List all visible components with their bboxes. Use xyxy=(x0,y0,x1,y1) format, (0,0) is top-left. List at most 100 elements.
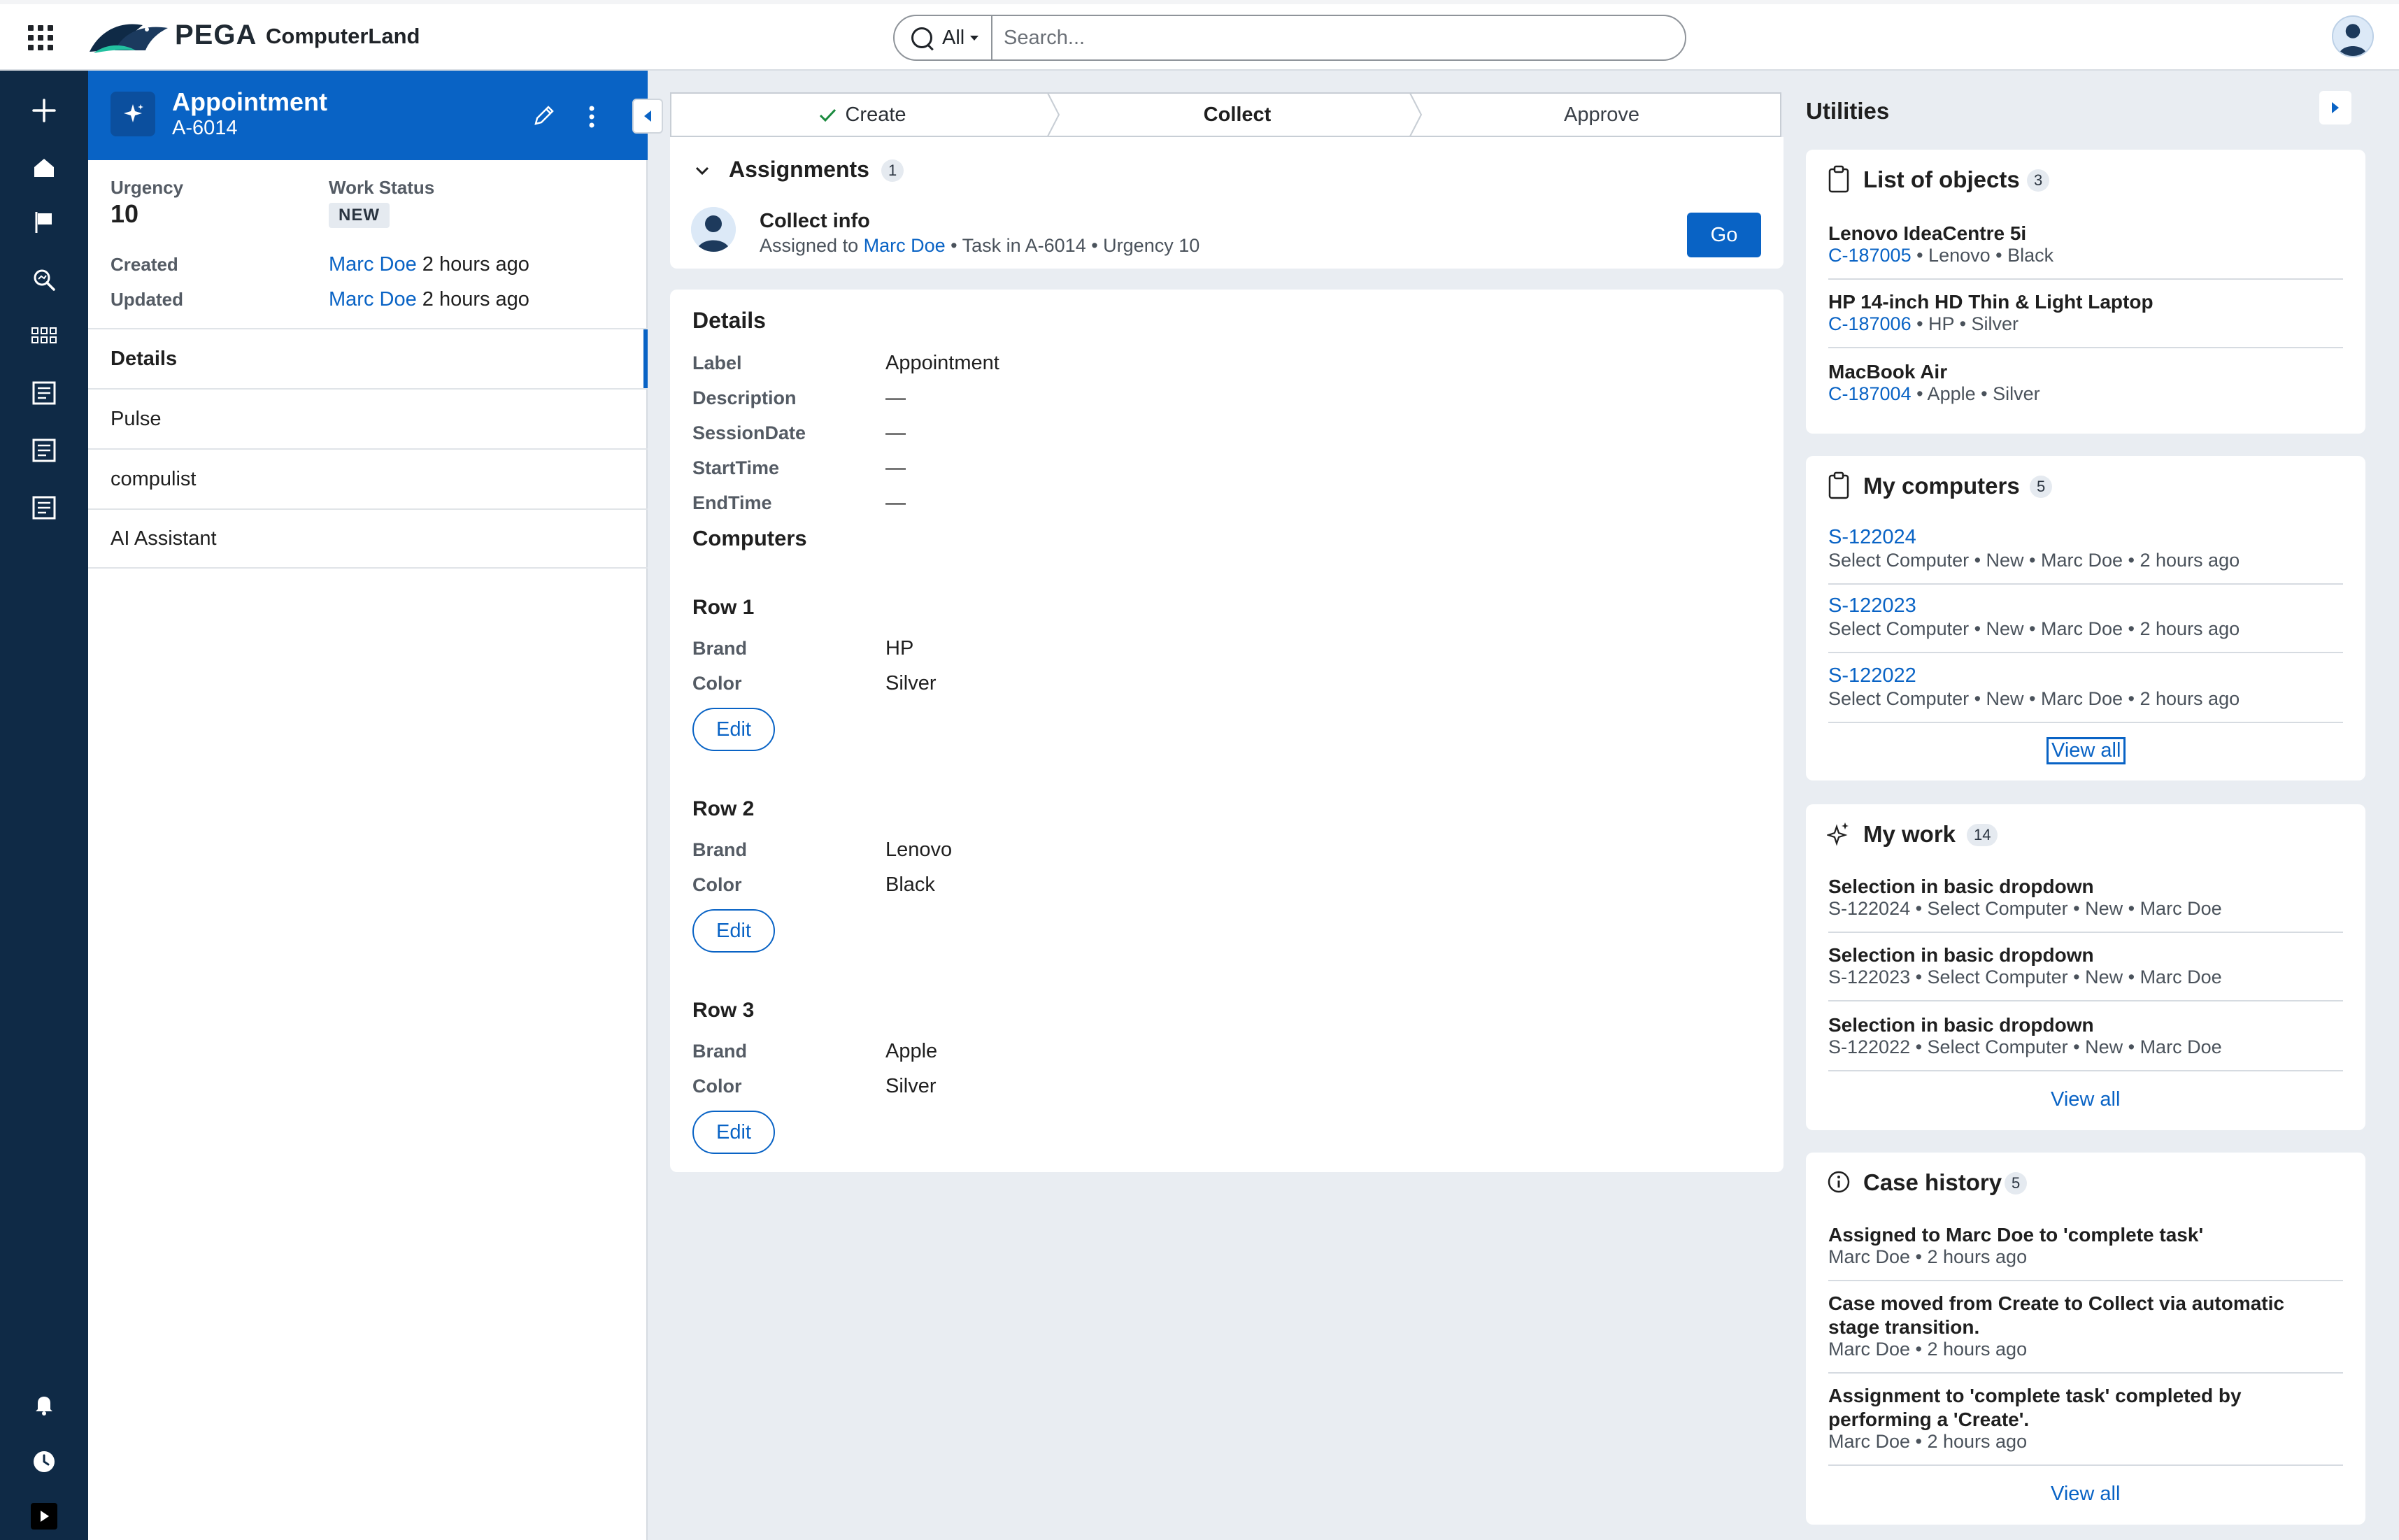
stage-approve[interactable]: Approve xyxy=(1421,92,1782,137)
divider xyxy=(1828,1280,2343,1281)
created-by-link[interactable]: Marc Doe xyxy=(329,253,417,276)
field-label: Label xyxy=(692,352,742,373)
tab-label: Details xyxy=(111,347,178,370)
divider xyxy=(1828,1372,2343,1374)
my-work-count: 14 xyxy=(1967,824,1998,846)
updated-by-link[interactable]: Marc Doe xyxy=(329,288,417,311)
sparkle-icon xyxy=(1827,822,1849,846)
search-icon[interactable] xyxy=(904,20,939,55)
utilities-toggle-button[interactable] xyxy=(2319,91,2351,124)
go-button[interactable]: Go xyxy=(1687,213,1761,257)
object-title: MacBook Air xyxy=(1828,361,1948,383)
row-title: Row 2 xyxy=(692,797,755,820)
view-all-link[interactable]: View all xyxy=(2051,1483,2120,1506)
explore-icon[interactable] xyxy=(29,265,59,294)
info-icon xyxy=(1828,1171,1850,1193)
tab-pulse[interactable]: Pulse xyxy=(88,388,648,448)
object-id-link[interactable]: C-187005 xyxy=(1828,245,1912,266)
work-item-title[interactable]: Selection in basic dropdown xyxy=(1828,1014,2094,1036)
grid-icon[interactable] xyxy=(29,321,59,350)
computer-id-link[interactable]: S-122024 xyxy=(1828,526,1916,549)
pencil-icon[interactable] xyxy=(530,101,558,129)
field-value: — xyxy=(885,387,906,409)
assignment-meta: Assigned to Marc Doe • Task in A-6014 • … xyxy=(760,235,1200,257)
home-icon[interactable] xyxy=(29,153,59,183)
my-computers-card: My computers 5 S-122024 Select Computer … xyxy=(1806,456,2365,780)
search-divider xyxy=(991,16,992,59)
case-id: A-6014 xyxy=(172,117,238,139)
search-scope-dropdown[interactable]: All xyxy=(942,27,988,50)
chevron-down-icon[interactable] xyxy=(694,162,711,179)
bell-icon[interactable] xyxy=(29,1390,59,1419)
row-title: Row 1 xyxy=(692,596,755,619)
object-meta: C-187004 • Apple • Silver xyxy=(1828,383,2040,405)
case-history-card: Case history 5 Assigned to Marc Doe to '… xyxy=(1806,1153,2365,1525)
work-item-title[interactable]: Selection in basic dropdown xyxy=(1828,944,2094,967)
created-time: 2 hours ago xyxy=(422,253,529,276)
report-icon[interactable] xyxy=(29,436,59,465)
work-item-title[interactable]: Selection in basic dropdown xyxy=(1828,876,2094,898)
case-tabs: Details Pulse compulist AI Assistant xyxy=(88,328,648,569)
stage-label: Create xyxy=(845,103,906,126)
tab-ai-assistant[interactable]: AI Assistant xyxy=(88,508,648,569)
top-header: PEGA ComputerLand All xyxy=(0,0,2399,71)
case-history-count: 5 xyxy=(2005,1172,2028,1195)
play-icon[interactable] xyxy=(29,1502,59,1531)
user-avatar[interactable] xyxy=(2332,15,2374,57)
edit-row-button[interactable]: Edit xyxy=(692,1111,775,1154)
collapse-panel-button[interactable] xyxy=(632,99,663,134)
more-vertical-icon[interactable] xyxy=(585,103,599,131)
field-value: HP xyxy=(885,637,914,660)
search-input[interactable] xyxy=(1004,26,1661,50)
tab-compulist[interactable]: compulist xyxy=(88,448,648,508)
field-label: Color xyxy=(692,1076,742,1097)
object-id-link[interactable]: C-187006 xyxy=(1828,313,1912,334)
app-launcher-icon[interactable] xyxy=(28,25,56,50)
history-item-title: Assigned to Marc Doe to 'complete task' xyxy=(1828,1224,2204,1246)
status-badge: NEW xyxy=(329,203,390,228)
clipboard-icon xyxy=(1828,165,1849,193)
user-avatar-icon xyxy=(2333,17,2372,56)
stage-collect[interactable]: Collect xyxy=(1059,92,1416,137)
field-label: Color xyxy=(692,673,742,694)
clock-icon[interactable] xyxy=(29,1447,59,1476)
field-label: EndTime xyxy=(692,492,772,513)
case-history-title: Case history xyxy=(1863,1169,2002,1195)
computer-id-link[interactable]: S-122022 xyxy=(1828,664,1916,687)
plus-icon[interactable] xyxy=(29,96,59,125)
computers-title: Computers xyxy=(692,526,807,550)
history-item-meta: Marc Doe • 2 hours ago xyxy=(1828,1246,2028,1267)
field-value: Silver xyxy=(885,672,937,694)
my-work-card: My work 14 Selection in basic dropdown S… xyxy=(1806,804,2365,1130)
urgency-value: 10 xyxy=(111,199,139,228)
report-icon[interactable] xyxy=(29,493,59,522)
computer-id-link[interactable]: S-122023 xyxy=(1828,594,1916,618)
pega-logo-icon xyxy=(90,24,168,53)
divider xyxy=(1828,347,2343,348)
caret-down-icon xyxy=(970,35,979,41)
report-icon[interactable] xyxy=(29,378,59,408)
field-value: Apple xyxy=(885,1040,938,1062)
object-id-link[interactable]: C-187004 xyxy=(1828,383,1912,404)
list-of-objects-title: List of objects xyxy=(1863,166,2020,192)
object-meta-text: • Lenovo • Black xyxy=(1911,245,2054,266)
global-search: All xyxy=(893,15,1686,61)
user-avatar-icon xyxy=(691,207,736,252)
edit-row-button[interactable]: Edit xyxy=(692,909,775,953)
tab-details[interactable]: Details xyxy=(88,328,648,390)
assigned-prefix: Assigned to xyxy=(760,235,859,256)
edit-row-button[interactable]: Edit xyxy=(692,708,775,751)
updated-time: 2 hours ago xyxy=(422,288,529,311)
view-all-link[interactable]: View all xyxy=(2046,737,2126,764)
app-root: PEGA ComputerLand All Search... Appointm… xyxy=(0,0,2399,1540)
assignment-title[interactable]: Collect info xyxy=(760,210,870,233)
created-info: Marc Doe 2 hours ago xyxy=(329,253,529,276)
assignee-link[interactable]: Marc Doe xyxy=(864,235,946,256)
object-meta-text: • Apple • Silver xyxy=(1911,383,2040,404)
divider xyxy=(1828,932,2343,933)
object-meta: C-187005 • Lenovo • Black xyxy=(1828,245,2053,266)
work-item-meta: S-122022 • Select Computer • New • Marc … xyxy=(1828,1036,2222,1057)
view-all-link[interactable]: View all xyxy=(2051,1088,2120,1111)
stage-create[interactable]: Create xyxy=(670,92,1053,137)
flag-icon[interactable] xyxy=(29,208,59,237)
